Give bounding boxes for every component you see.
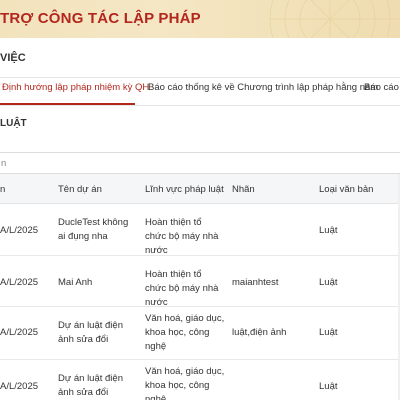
table-row[interactable]: A/L/2025 Dự án luật điện ảnh sửa đổi Văn… bbox=[0, 360, 400, 400]
cell-tag: luật,điện ảnh bbox=[232, 327, 287, 338]
cell-name: DucleTest không ai đụng nha bbox=[58, 217, 129, 242]
table-header: n Tên dự án Lĩnh vực pháp luật Nhãn Loại… bbox=[0, 174, 400, 204]
header-code[interactable]: n bbox=[0, 184, 50, 195]
cell-name: Dự án luật điện ảnh sửa đổi bbox=[58, 373, 123, 398]
tab-dinh-huong[interactable]: Định hướng lập pháp nhiệm kỳ QH bbox=[2, 82, 149, 93]
table-row[interactable]: A/L/2025 Dự án luật điện ảnh sửa đổi Văn… bbox=[0, 307, 400, 360]
cell-type: Luật bbox=[319, 225, 338, 236]
header-name[interactable]: Tên dự án bbox=[58, 184, 138, 195]
cell-type: Luật bbox=[319, 277, 338, 288]
cell-field: Hoàn thiện tổ chức bộ máy nhà nước bbox=[145, 269, 219, 308]
header-field[interactable]: Lĩnh vực pháp luật bbox=[145, 184, 225, 195]
cell-name: Dự án luật điện ảnh sửa đổi bbox=[58, 320, 123, 345]
tab-bao-cao-thong-ke[interactable]: Báo cáo thống kê về Chương trình lập phá… bbox=[148, 82, 378, 93]
subsection-label: LUẬT bbox=[0, 118, 27, 129]
search-input[interactable]: n bbox=[0, 152, 400, 174]
header-type[interactable]: Loại văn bản bbox=[319, 184, 389, 195]
cell-type: Luật bbox=[319, 327, 338, 338]
cell-code: A/L/2025 bbox=[0, 327, 39, 338]
active-tab-indicator bbox=[0, 103, 135, 105]
section-title: VIỆC bbox=[0, 52, 26, 64]
table-row[interactable]: A/L/2025 DucleTest không ai đụng nha Hoà… bbox=[0, 204, 400, 256]
header-tag[interactable]: Nhãn bbox=[232, 184, 312, 195]
tab-bao-cao-other[interactable]: Báo cáo t bbox=[364, 82, 400, 93]
projects-table: n Tên dự án Lĩnh vực pháp luật Nhãn Loại… bbox=[0, 174, 400, 400]
header-banner: TRỢ CÔNG TÁC LẬP PHÁP bbox=[0, 0, 400, 38]
app-title: TRỢ CÔNG TÁC LẬP PHÁP bbox=[0, 10, 201, 27]
tab-bar: Định hướng lập pháp nhiệm kỳ QH Báo cáo … bbox=[0, 72, 400, 106]
cell-code: A/L/2025 bbox=[0, 225, 39, 236]
cell-field: Văn hoá, giáo dục, khoa học, công nghệ bbox=[145, 366, 225, 400]
search-placeholder: n bbox=[1, 158, 7, 169]
cell-type: Luật bbox=[319, 381, 338, 392]
cell-code: A/L/2025 bbox=[0, 277, 39, 288]
cell-code: A/L/2025 bbox=[0, 381, 39, 392]
cell-field: Văn hoá, giáo dục, khoa học, công nghệ bbox=[145, 313, 225, 352]
cell-tag: maianhtest bbox=[232, 277, 279, 288]
table-row[interactable]: A/L/2025 Mai Anh Hoàn thiện tổ chức bộ m… bbox=[0, 256, 400, 308]
cell-name: Mai Anh bbox=[58, 277, 93, 288]
cell-field: Hoàn thiện tổ chức bộ máy nhà nước bbox=[145, 217, 219, 256]
